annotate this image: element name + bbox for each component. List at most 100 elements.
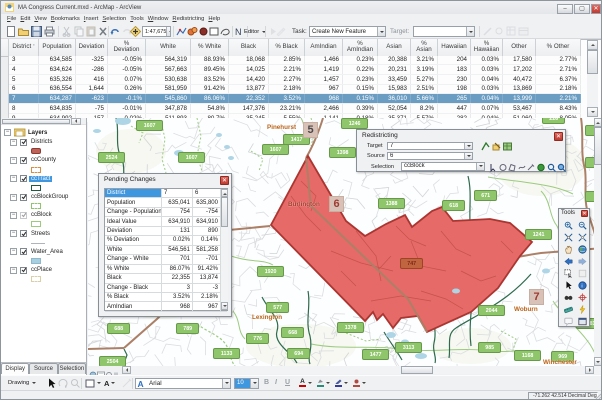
select-elements-icon[interactable] [561, 279, 575, 291]
layer-name[interactable]: Districts [29, 139, 54, 145]
column-header-white[interactable]: % White [191, 39, 229, 57]
assign-selection-icon[interactable] [481, 142, 490, 151]
layer-name[interactable]: ccCounty [29, 157, 58, 163]
toc-layer-cccounty[interactable]: − ccCounty [1, 156, 86, 165]
toc-horizontal-scrollbar[interactable] [1, 118, 86, 125]
column-header-other[interactable]: % Other [536, 39, 581, 57]
fixed-zoom-out-icon[interactable] [575, 231, 589, 243]
html-popup-icon[interactable] [561, 315, 575, 327]
map-horizontal-scrollbar[interactable] [122, 366, 594, 374]
column-header-black[interactable]: % Black [269, 39, 305, 57]
zoom-in-icon[interactable] [561, 219, 575, 231]
text-tool-button[interactable]: A [103, 378, 116, 389]
map-scale-combo[interactable]: 1:47,675 [142, 26, 171, 37]
menu-help[interactable]: Help [206, 16, 222, 22]
layer-symbol-swatch[interactable] [31, 148, 41, 154]
toc-layer-ccblockgroup[interactable]: −ccBlockGroup [1, 192, 86, 201]
undo-icon[interactable] [110, 26, 121, 37]
toc-layer-ccblock[interactable]: −ccBlock [1, 211, 86, 220]
layer-checkbox[interactable] [20, 139, 27, 146]
menu-redistricting[interactable]: Redistricting [170, 16, 206, 22]
select-circle-icon[interactable] [499, 163, 508, 172]
find-icon[interactable] [561, 291, 575, 303]
menu-bookmarks[interactable]: Bookmarks [49, 16, 82, 22]
column-header-deviation[interactable]: Deviation [76, 39, 108, 57]
toc-tab-source[interactable]: Source [29, 363, 57, 374]
layout-view-button[interactable] [97, 366, 105, 374]
draw-select-icon[interactable] [45, 378, 56, 389]
layer-name[interactable]: ccBlockGroup [29, 194, 70, 200]
layer-symbol-swatch[interactable] [31, 203, 41, 209]
layer-checkbox[interactable] [20, 194, 27, 201]
cut-icon[interactable] [61, 26, 72, 37]
menu-insert[interactable]: Insert [82, 16, 101, 22]
table-row-district-6[interactable]: 6636,5541,6440.26%581,95991.42%13,8772.1… [9, 85, 581, 95]
print-icon[interactable] [44, 26, 55, 37]
zoom-selection2-icon[interactable] [557, 163, 566, 172]
toc-tab-display[interactable]: Display [1, 363, 29, 374]
toc-layer-districts[interactable]: − Districts [1, 138, 86, 147]
rotate-icon[interactable] [57, 378, 68, 389]
italic-button[interactable]: I [275, 379, 277, 386]
hyperlink-icon[interactable] [575, 303, 589, 315]
column-header-population[interactable]: Population [39, 39, 76, 57]
pan-icon[interactable] [561, 243, 575, 255]
rectangle-tool-icon[interactable] [209, 26, 220, 37]
collapse-icon[interactable]: − [10, 139, 17, 146]
toc-layer-water_area[interactable]: −Water_Area [1, 247, 86, 256]
table-row-district-3[interactable]: 3634,585-325-0.05%564,31988.93%18,0682.8… [9, 56, 581, 66]
task-combo[interactable]: Create New Feature [309, 26, 386, 37]
layer-checkbox[interactable] [20, 157, 27, 164]
column-header-hawaiian[interactable]: %Hawaiian [471, 39, 503, 57]
data-view-button[interactable] [89, 366, 97, 374]
menu-view[interactable]: View [32, 16, 48, 22]
menu-window[interactable]: Window [146, 16, 171, 22]
column-header-asian[interactable]: %Asian [411, 39, 438, 57]
table-row-district-4[interactable]: 4634,624-286-0.05%567,66389.45%14,0252.2… [9, 65, 581, 75]
copy-icon[interactable] [73, 26, 84, 37]
fixed-zoom-in-icon[interactable] [561, 231, 575, 243]
viewer-window-icon[interactable] [575, 315, 589, 327]
layer-checkbox[interactable] [20, 212, 27, 219]
pause-drawing-button[interactable] [113, 366, 121, 374]
layer-checkbox[interactable] [20, 230, 27, 237]
redistricting-source-combo[interactable]: 6 [387, 152, 473, 161]
column-header-black[interactable]: Black [229, 39, 269, 57]
layer-checkbox[interactable] [20, 267, 27, 274]
topology-icon[interactable] [198, 26, 209, 37]
new-document-icon[interactable] [5, 26, 16, 37]
menu-file[interactable]: File [5, 16, 18, 22]
layer-name[interactable]: ccTract [29, 176, 52, 182]
font-size-combo[interactable]: 10 [234, 378, 259, 389]
zoom-elements-icon[interactable] [69, 378, 80, 389]
full-extent-icon[interactable] [575, 243, 589, 255]
minimize-button[interactable]: – [557, 4, 573, 14]
attributes-icon[interactable] [506, 26, 517, 37]
bold-button[interactable]: B [264, 379, 269, 386]
collapse-icon[interactable]: − [10, 267, 17, 274]
collapse-icon[interactable]: − [10, 230, 17, 237]
redistricting-close-icon[interactable]: ✕ [554, 132, 563, 141]
layer-symbol-swatch[interactable] [31, 243, 45, 245]
marker-color-button[interactable] [352, 378, 367, 389]
zoom-out-icon[interactable] [575, 219, 589, 231]
toc-tab-selection[interactable]: Selection [58, 363, 86, 374]
edit-plan-icon[interactable] [492, 142, 501, 151]
layer-name[interactable]: ccPlace [29, 267, 54, 273]
highlight-color-button[interactable] [316, 378, 331, 389]
column-header-hawaiian[interactable]: Hawaiian [438, 39, 471, 57]
snap-icon[interactable] [187, 26, 198, 37]
edit-vertices-icon[interactable] [482, 26, 493, 37]
column-header-other[interactable]: Other [503, 39, 536, 57]
redistricting-target-combo[interactable]: 7 [387, 142, 473, 151]
clear-selection-icon[interactable] [575, 267, 589, 279]
collapse-icon[interactable]: − [10, 157, 17, 164]
refresh-view-button[interactable] [105, 366, 113, 374]
go-to-xy-icon[interactable] [575, 291, 589, 303]
sketch-tool-icon[interactable] [276, 26, 287, 37]
go-back-extent-icon[interactable] [561, 255, 575, 267]
layer-name[interactable]: Streets [29, 231, 52, 237]
layer-symbol-swatch[interactable] [31, 185, 41, 191]
column-header-white[interactable]: White [146, 39, 191, 57]
collapse-icon[interactable]: − [10, 175, 17, 182]
